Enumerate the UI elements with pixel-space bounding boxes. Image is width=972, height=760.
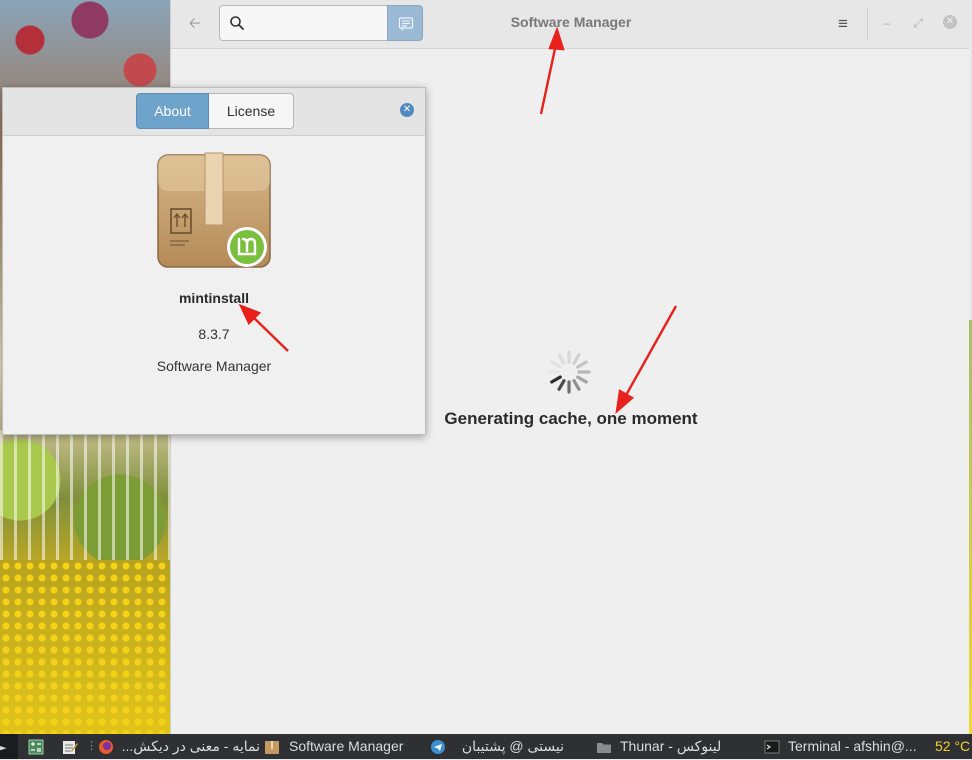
taskbar-item-terminal[interactable]: Terminal - afshin@... (788, 734, 928, 759)
loading-spinner-icon (547, 350, 591, 394)
app-version: 8.3.7 (198, 326, 230, 342)
back-button[interactable]: 🡠 (183, 12, 207, 36)
firefox-icon (99, 740, 113, 754)
taskbar-item-firefox[interactable]: نمایه - معنی در دیکش... (118, 734, 260, 759)
close-icon: ✕ (945, 16, 955, 27)
search-box[interactable] (219, 5, 387, 41)
text-editor-icon[interactable] (62, 739, 78, 755)
tab-about[interactable]: About (136, 93, 209, 129)
about-dialog-header: About License ✕ (3, 88, 425, 136)
header-separator (867, 8, 868, 40)
status-message: Generating cache, one moment (444, 409, 698, 428)
close-icon: ✕ (402, 104, 412, 115)
search-icon (230, 16, 244, 30)
search-input[interactable] (250, 12, 384, 36)
header-bar: 🡠 Software Manager ≡ – ⤢ ✕ (171, 0, 969, 49)
window-title: Software Manager (510, 14, 632, 30)
taskbar-handle-icon: ⋮ (86, 740, 97, 752)
about-dialog: About License ✕ mintinstall 8.3.7 Softwa… (2, 87, 426, 435)
calculator-icon[interactable] (28, 739, 44, 755)
folder-icon (597, 743, 611, 753)
taskbar-item-telegram[interactable]: نیستی @ پشتیبان (454, 734, 564, 759)
minimize-icon: – (883, 16, 891, 30)
minimize-button[interactable]: – (878, 14, 896, 32)
tab-license[interactable]: License (209, 93, 294, 129)
hamburger-menu-icon: ≡ (838, 14, 848, 33)
subsearch-toggle-button[interactable] (387, 5, 423, 41)
terminal-icon: ► (0, 741, 7, 754)
app-name: mintinstall (178, 290, 249, 306)
app-description: Software Manager (156, 358, 272, 374)
maximize-button[interactable]: ⤢ (909, 14, 927, 32)
about-close-button[interactable]: ✕ (400, 103, 414, 117)
package-box-icon (157, 152, 271, 268)
taskbar-item-software-manager[interactable]: Software Manager (289, 734, 403, 759)
maximize-icon: ⤢ (913, 16, 923, 30)
wallpaper-flowers (0, 560, 170, 734)
taskbar: ► ⋮ نمایه - معنی در دیکش... Software Man… (0, 734, 972, 759)
menu-button[interactable]: ≡ (831, 12, 855, 36)
wallpaper-trees (0, 430, 170, 560)
telegram-icon (431, 740, 445, 754)
cpu-temperature: 52 °C (935, 738, 971, 754)
close-button[interactable]: ✕ (943, 15, 957, 29)
taskbar-item-thunar[interactable]: Thunar - لینوکس (620, 734, 732, 759)
arrow-left-icon: 🡠 (188, 15, 202, 32)
terminal-launcher[interactable]: ► (0, 734, 18, 759)
package-box-icon (265, 741, 279, 754)
subsearch-toggle-icon (398, 17, 414, 31)
terminal-icon (764, 740, 780, 754)
